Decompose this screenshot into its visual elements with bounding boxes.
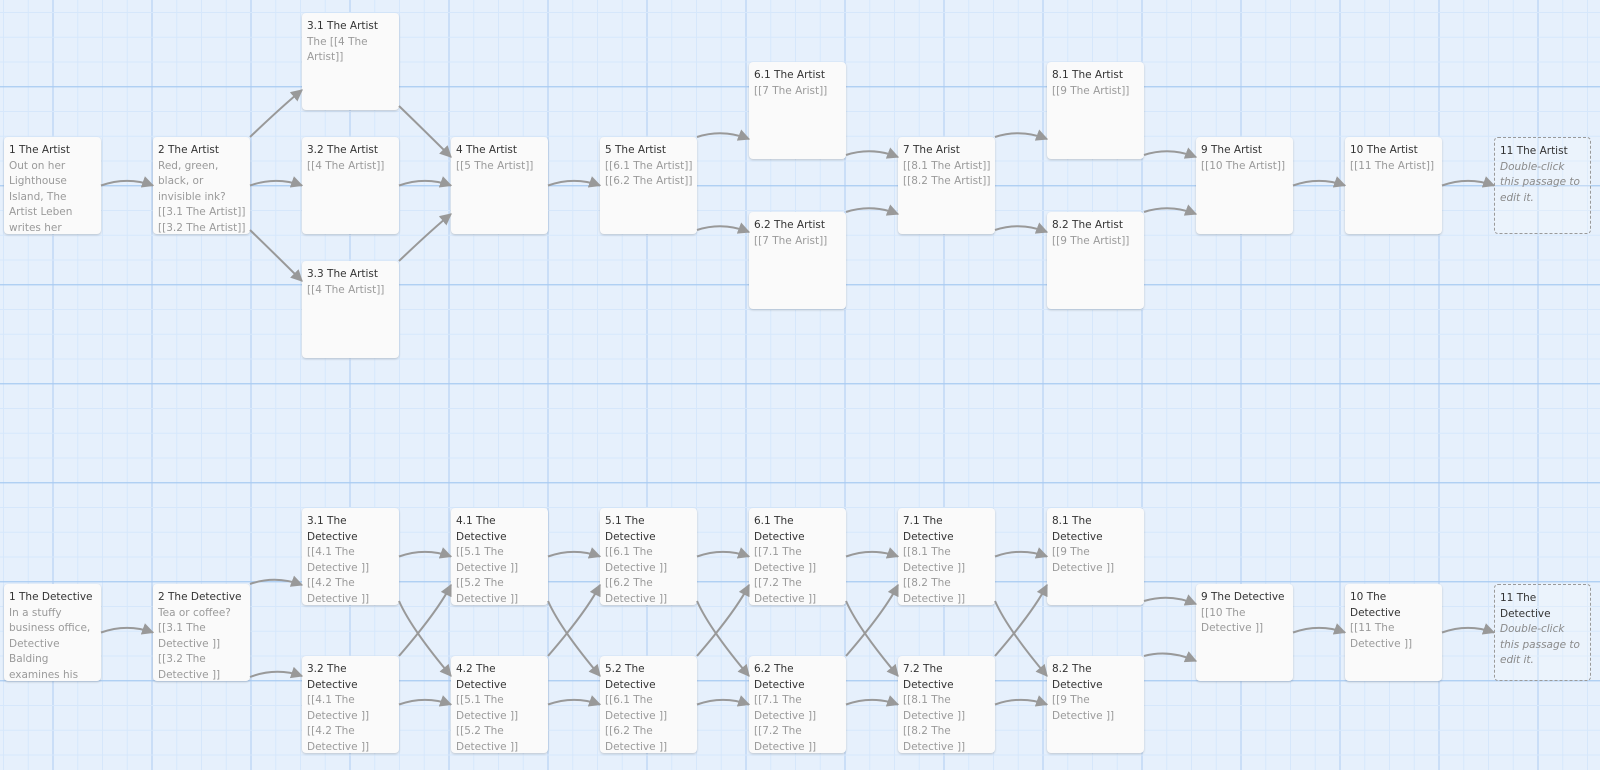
passage-title: 3.2 The Detective (307, 663, 358, 691)
passage-card-a31[interactable]: 3.1 The Artist The [[4 The Artist]] (302, 13, 399, 110)
passage-excerpt: Out on her Lighthouse Island, The Artist… (9, 159, 73, 234)
passage-title: 11 The Detective (1500, 592, 1551, 620)
passage-title: 1 The Detective (9, 591, 93, 603)
passage-title: 5.1 The Detective (605, 515, 656, 543)
passage-card-a10[interactable]: 10 The Artist [[11 The Artist]] (1345, 137, 1442, 234)
passage-title: 6.2 The Detective (754, 663, 805, 691)
passage-excerpt: [[6.1 The Detective ]] [[6.2 The Detecti… (605, 546, 668, 605)
passage-card-a62[interactable]: 6.2 The Artist [[7 The Arist]] (749, 212, 846, 309)
passage-excerpt: [[11 The Artist]] (1350, 159, 1435, 172)
passage-card-d10[interactable]: 10 The Detective [[11 The Detective ]] (1345, 584, 1442, 681)
passage-card-d42[interactable]: 4.2 The Detective [[5.1 The Detective ]] … (451, 656, 548, 753)
passage-card-d11[interactable]: 11 The Detective Double-click this passag… (1494, 584, 1591, 681)
passage-title: 3.1 The Detective (307, 515, 358, 543)
passage-card-a33[interactable]: 3.3 The Artist [[4 The Artist]] (302, 261, 399, 358)
passage-excerpt: [[9 The Artist]] (1052, 84, 1130, 97)
passage-title: 6.1 The Detective (754, 515, 805, 543)
passage-excerpt: [[9 The Detective ]] (1052, 694, 1115, 722)
passage-title: 5 The Artist (605, 144, 667, 156)
passage-excerpt: [[6.1 The Detective ]] [[6.2 The Detecti… (605, 694, 668, 753)
passage-title: 1 The Artist (9, 144, 71, 156)
passage-card-d32[interactable]: 3.2 The Detective [[4.1 The Detective ]] … (302, 656, 399, 753)
passage-excerpt: [[10 The Artist]] (1201, 159, 1286, 172)
passage-title: 10 The Detective (1350, 591, 1401, 619)
passage-excerpt: Tea or coffee? [[3.1 The Detective ]] [[… (158, 606, 231, 681)
passage-card-a7[interactable]: 7 The Arist [[8.1 The Artist]] [[8.2 The … (898, 137, 995, 234)
passage-card-d9[interactable]: 9 The Detective [[10 The Detective ]] (1196, 584, 1293, 681)
passage-title: 3.1 The Artist (307, 20, 379, 32)
passage-excerpt: [[9 The Detective ]] (1052, 546, 1115, 574)
passage-card-d52[interactable]: 5.2 The Detective [[6.1 The Detective ]] … (600, 656, 697, 753)
passage-title: 8.2 The Detective (1052, 663, 1103, 691)
passage-card-d62[interactable]: 6.2 The Detective [[7.1 The Detective ]] … (749, 656, 846, 753)
passage-excerpt: Red, green, black, or invisible ink? [[3… (158, 159, 246, 234)
passage-title: 7.1 The Detective (903, 515, 954, 543)
passage-title: 7 The Arist (903, 144, 960, 156)
passage-excerpt: In a stuffy business office, Detective B… (9, 606, 91, 681)
passage-excerpt: [[5.1 The Detective ]] [[5.2 The Detecti… (456, 546, 519, 605)
passage-excerpt: [[7.1 The Detective ]] [[7.2 The Detecti… (754, 694, 817, 753)
passage-card-a2[interactable]: 2 The Artist Red, green, black, or invisi… (153, 137, 250, 234)
passage-excerpt: [[9 The Artist]] (1052, 234, 1130, 247)
passage-card-d71[interactable]: 7.1 The Detective [[8.1 The Detective ]] … (898, 508, 995, 605)
passage-title: 4.1 The Detective (456, 515, 507, 543)
passage-excerpt: [[5 The Artist]] (456, 159, 534, 172)
passage-title: 9 The Artist (1201, 144, 1263, 156)
passage-card-a9[interactable]: 9 The Artist [[10 The Artist]] (1196, 137, 1293, 234)
passage-excerpt: [[8.1 The Detective ]] [[8.2 The Detecti… (903, 694, 966, 753)
passage-card-d81[interactable]: 8.1 The Detective [[9 The Detective ]] (1047, 508, 1144, 605)
passage-card-a4[interactable]: 4 The Artist [[5 The Artist]] (451, 137, 548, 234)
passage-title: 11 The Artist (1500, 145, 1568, 157)
passage-excerpt: [[4 The Artist]] (307, 159, 385, 172)
passage-excerpt: [[7.1 The Detective ]] [[7.2 The Detecti… (754, 546, 817, 605)
passage-card-d1[interactable]: 1 The Detective In a stuffy business offi… (4, 584, 101, 681)
passage-card-a81[interactable]: 8.1 The Artist [[9 The Artist]] (1047, 62, 1144, 159)
passage-title: 5.2 The Detective (605, 663, 656, 691)
passage-title: 10 The Artist (1350, 144, 1418, 156)
passage-title: 2 The Artist (158, 144, 220, 156)
passage-title: 4 The Artist (456, 144, 518, 156)
passage-title: 8.2 The Artist (1052, 219, 1124, 231)
passage-excerpt: Double-click this passage to edit it. (1500, 160, 1580, 204)
passage-excerpt: The [[4 The Artist]] (307, 35, 368, 64)
passage-excerpt: [[5.1 The Detective ]] [[5.2 The Detecti… (456, 694, 519, 753)
passage-title: 3.2 The Artist (307, 144, 379, 156)
passage-title: 2 The Detective (158, 591, 242, 603)
passage-excerpt: [[8.1 The Artist]] [[8.2 The Artist]] (903, 159, 991, 188)
passage-card-a5[interactable]: 5 The Artist [[6.1 The Artist]] [[6.2 The… (600, 137, 697, 234)
passage-excerpt: [[4 The Artist]] (307, 283, 385, 296)
passage-card-a32[interactable]: 3.2 The Artist [[4 The Artist]] (302, 137, 399, 234)
passage-excerpt: [[7 The Arist]] (754, 234, 828, 247)
passage-excerpt: [[11 The Detective ]] (1350, 622, 1413, 650)
passage-title: 7.2 The Detective (903, 663, 954, 691)
passage-excerpt: [[4.1 The Detective ]] [[4.2 The Detecti… (307, 694, 370, 753)
passage-excerpt: [[10 The Detective ]] (1201, 606, 1264, 635)
passage-card-d72[interactable]: 7.2 The Detective [[8.1 The Detective ]] … (898, 656, 995, 753)
passage-title: 8.1 The Artist (1052, 69, 1124, 81)
passage-card-d51[interactable]: 5.1 The Detective [[6.1 The Detective ]] … (600, 508, 697, 605)
passage-title: 3.3 The Artist (307, 268, 379, 280)
passage-card-a11[interactable]: 11 The Artist Double-click this passage t… (1494, 137, 1591, 234)
passage-excerpt: Double-click this passage to edit it. (1500, 623, 1580, 666)
passage-excerpt: [[7 The Arist]] (754, 84, 828, 97)
passage-card-d31[interactable]: 3.1 The Detective [[4.1 The Detective ]] … (302, 508, 399, 605)
passage-card-d82[interactable]: 8.2 The Detective [[9 The Detective ]] (1047, 656, 1144, 753)
passage-card-d61[interactable]: 6.1 The Detective [[7.1 The Detective ]] … (749, 508, 846, 605)
passage-title: 8.1 The Detective (1052, 515, 1103, 543)
passage-card-a82[interactable]: 8.2 The Artist [[9 The Artist]] (1047, 212, 1144, 309)
passage-title: 6.1 The Artist (754, 69, 826, 81)
passage-excerpt: [[8.1 The Detective ]] [[8.2 The Detecti… (903, 546, 966, 605)
passage-excerpt: [[6.1 The Artist]] [[6.2 The Artist]] (605, 159, 693, 188)
passage-title: 4.2 The Detective (456, 663, 507, 691)
passage-card-d41[interactable]: 4.1 The Detective [[5.1 The Detective ]] … (451, 508, 548, 605)
passage-excerpt: [[4.1 The Detective ]] [[4.2 The Detecti… (307, 546, 370, 605)
passage-card-d2[interactable]: 2 The Detective Tea or coffee? [[3.1 The … (153, 584, 250, 681)
passage-card-a61[interactable]: 6.1 The Artist [[7 The Arist]] (749, 62, 846, 159)
passage-card-a1[interactable]: 1 The Artist Out on her Lighthouse Island… (4, 137, 101, 234)
passage-title: 9 The Detective (1201, 591, 1285, 603)
passage-title: 6.2 The Artist (754, 219, 826, 231)
